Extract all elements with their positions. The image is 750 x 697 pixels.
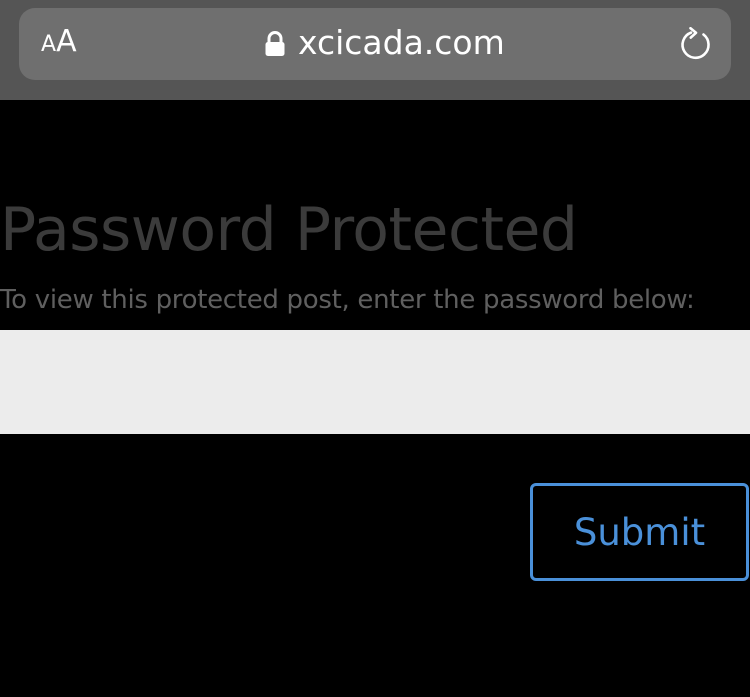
page-title: Password Protected (0, 195, 578, 265)
lock-icon (265, 31, 285, 56)
address-bar[interactable]: AA xcicada.com (19, 8, 731, 80)
submit-button[interactable]: Submit (530, 483, 749, 581)
text-size-large-glyph: A (56, 24, 77, 59)
url-domain[interactable]: xcicada.com (298, 24, 505, 62)
password-field[interactable] (0, 330, 750, 434)
password-instructions: To view this protected post, enter the p… (0, 285, 695, 315)
browser-toolbar: AA xcicada.com (0, 0, 750, 100)
reload-icon[interactable] (679, 27, 713, 61)
text-size-small-glyph: A (41, 32, 57, 57)
text-size-button[interactable]: AA (41, 27, 77, 57)
